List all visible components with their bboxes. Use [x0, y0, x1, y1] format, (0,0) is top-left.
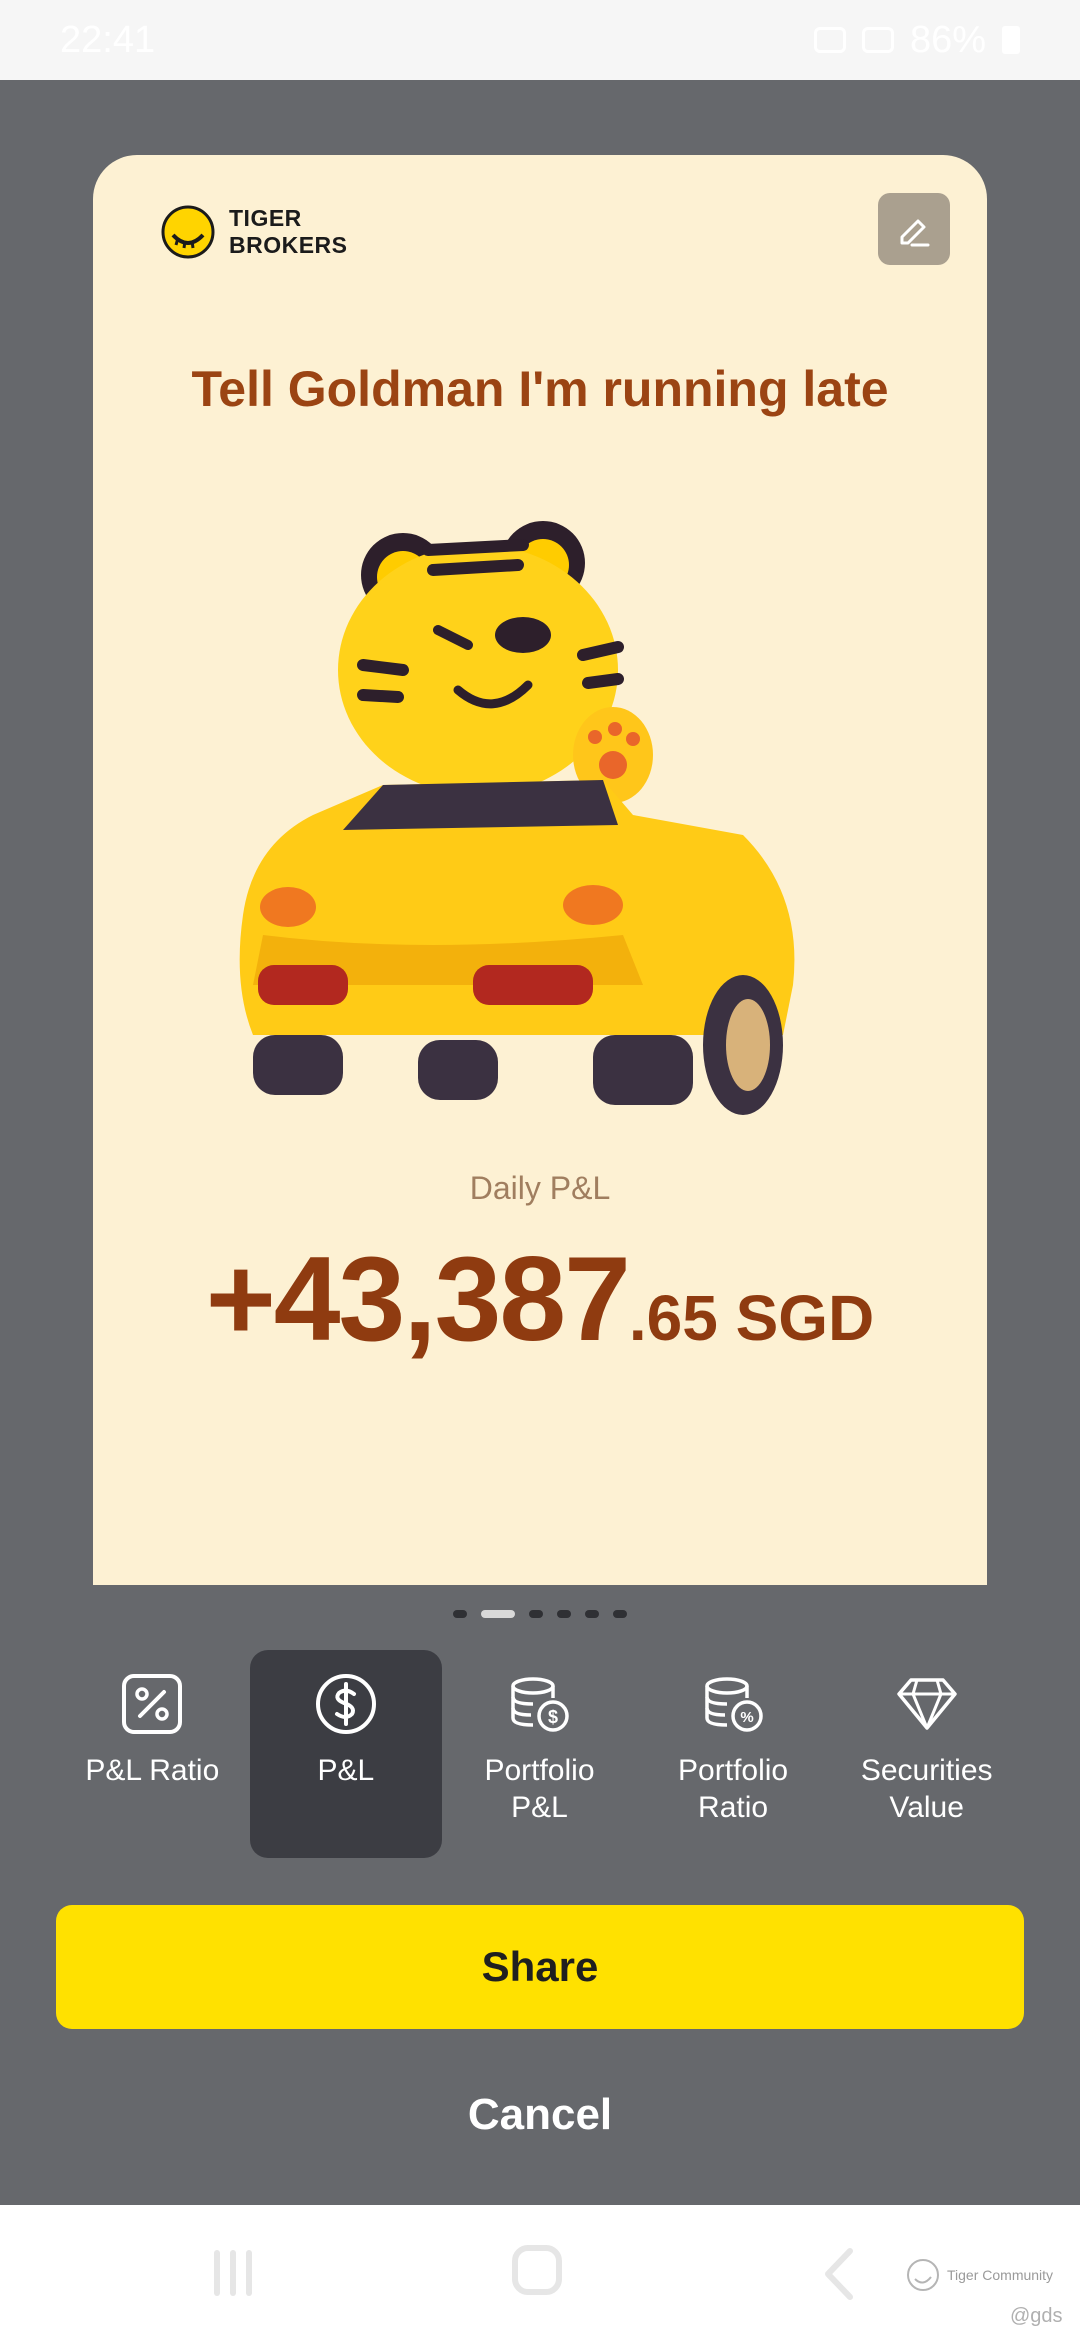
brand-name: TIGER BROKERS: [229, 205, 348, 259]
pager-dot[interactable]: [585, 1610, 599, 1618]
coins-dollar-icon: $: [511, 1677, 570, 1732]
battery-icon: [1002, 26, 1020, 54]
tab-portfolio-ratio[interactable]: % Portfolio Ratio: [637, 1650, 830, 1858]
pager-dot[interactable]: [529, 1610, 543, 1618]
tab-label: P&L: [317, 1754, 375, 1787]
tiger-car-illustration: [239, 521, 795, 1115]
share-button[interactable]: Share: [56, 1905, 1024, 2029]
watermark-brand: Tiger Community: [947, 2267, 1054, 2283]
status-bar: 22:41 86%: [0, 0, 1080, 80]
svg-text:%: %: [740, 1709, 753, 1726]
tab-securities-value[interactable]: Securities Value: [830, 1650, 1023, 1858]
home-icon[interactable]: [512, 2245, 562, 2295]
recent-apps-icon[interactable]: [214, 2250, 260, 2296]
diamond-icon: [896, 1678, 957, 1730]
svg-text:$: $: [548, 1707, 558, 1727]
tab-pl[interactable]: P&L: [249, 1650, 443, 1858]
pager-dot[interactable]: [453, 1610, 467, 1618]
dollar-circle-icon: [315, 1674, 376, 1734]
coins-percent-icon: %: [705, 1677, 763, 1732]
brand-line-2: BROKERS: [229, 232, 348, 258]
pnl-value-integer: +43,387: [205, 1232, 631, 1366]
percent-square-icon: [122, 1674, 183, 1734]
tab-label: Portfolio P&L: [484, 1754, 595, 1824]
tab-label: Portfolio Ratio: [678, 1754, 789, 1824]
status-icons: 86%: [813, 18, 1020, 62]
tab-pl-ratio[interactable]: P&L Ratio: [56, 1650, 249, 1858]
pager-dot[interactable]: [557, 1610, 571, 1618]
watermark: Tiger Community: [905, 2257, 1053, 2293]
pager-dots: [0, 1610, 1080, 1618]
pager-dot[interactable]: [613, 1610, 627, 1618]
status-time: 22:41: [60, 18, 156, 61]
battery-percent: 86%: [909, 18, 986, 61]
share-card: TIGER BROKERS Tell Goldman I'm running l…: [93, 155, 987, 1585]
tab-label: P&L Ratio: [85, 1754, 220, 1787]
brand-logo: TIGER BROKERS: [161, 205, 348, 259]
edit-pencil-icon: [900, 219, 930, 247]
cancel-button[interactable]: Cancel: [0, 2085, 1080, 2145]
pnl-label: Daily P&L: [469, 1170, 611, 1206]
tab-label: Securities Value: [860, 1754, 993, 1824]
pnl-value-decimal: .65 SGD: [628, 1282, 875, 1354]
card-title: Tell Goldman I'm running late: [191, 361, 889, 417]
watermark-user: @gds: [1010, 2305, 1063, 2327]
signal-icon: [861, 27, 894, 53]
tiger-logo-icon: [161, 205, 215, 259]
pager-dot-active[interactable]: [481, 1610, 515, 1618]
tiger-community-logo-icon: [907, 2259, 939, 2291]
brand-line-1: TIGER: [229, 205, 302, 231]
template-tabs: P&L Ratio P&L $ Portfolio P&L % Portfoli…: [56, 1650, 1024, 1858]
system-nav-bar: Tiger Community @gds: [0, 2205, 1080, 2340]
edit-button[interactable]: [878, 193, 950, 265]
link-icon: [813, 27, 846, 53]
back-icon[interactable]: [822, 2247, 856, 2301]
pnl-value: +43,387.65 SGD: [93, 1230, 987, 1368]
tab-portfolio-pl[interactable]: $ Portfolio P&L: [443, 1650, 636, 1858]
